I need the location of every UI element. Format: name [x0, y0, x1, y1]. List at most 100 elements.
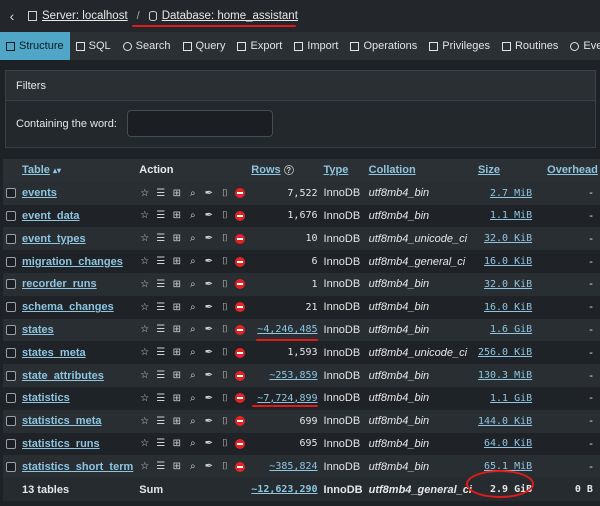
row-checkbox[interactable]	[6, 370, 16, 381]
help-icon[interactable]: ?	[283, 165, 294, 176]
breadcrumb-database-label[interactable]: Database: home_assistant	[162, 10, 298, 22]
browse-icon[interactable]: ☆	[139, 347, 150, 358]
search-icon[interactable]: ⊞	[171, 347, 182, 358]
browse-icon[interactable]: ☆	[139, 370, 150, 381]
sort-table-link[interactable]: Table	[22, 164, 50, 176]
header-rows[interactable]: Rows ?	[248, 159, 320, 182]
table-name-link[interactable]: schema_changes	[22, 301, 114, 313]
structure-icon[interactable]: ☰	[155, 438, 166, 449]
table-name-link[interactable]: statistics	[22, 392, 70, 404]
insert-icon[interactable]: ✒	[203, 279, 214, 290]
rows-approx-link[interactable]: ~253,859	[269, 370, 317, 381]
insert-icon[interactable]: ✒	[203, 370, 214, 381]
structure-icon[interactable]: ☰	[155, 188, 166, 199]
structure-icon[interactable]: ☰	[155, 233, 166, 244]
size-cell[interactable]: 2.7 MiB	[475, 182, 544, 205]
insert-icon[interactable]: ✒	[203, 347, 214, 358]
insert-icon[interactable]: ✒	[203, 416, 214, 427]
tab-query[interactable]: Query	[177, 32, 232, 60]
tab-search[interactable]: Search	[117, 32, 177, 60]
drop-icon[interactable]	[235, 188, 246, 199]
drop-icon[interactable]	[235, 256, 246, 267]
header-overhead[interactable]: Overhead	[544, 159, 600, 182]
browse-icon[interactable]: ☆	[139, 393, 150, 404]
insert-icon[interactable]: ✒	[203, 461, 214, 472]
structure-icon[interactable]: ☰	[155, 302, 166, 313]
table-name-link[interactable]: statistics_short_term	[22, 461, 133, 473]
tab-export[interactable]: Export	[231, 32, 288, 60]
query-icon[interactable]: ⌕	[187, 233, 198, 244]
size-cell[interactable]: 16.0 KiB	[475, 250, 544, 273]
search-icon[interactable]: ⊞	[171, 302, 182, 313]
size-link[interactable]: 32.0 KiB	[484, 233, 532, 244]
row-checkbox[interactable]	[6, 188, 16, 199]
sort-size-link[interactable]: Size	[478, 164, 500, 176]
drop-icon[interactable]	[235, 438, 246, 449]
back-arrow-icon[interactable]: ‹	[0, 8, 24, 24]
query-icon[interactable]: ⌕	[187, 188, 198, 199]
query-icon[interactable]: ⌕	[187, 438, 198, 449]
empty-icon[interactable]: ⌷	[219, 188, 230, 199]
insert-icon[interactable]: ✒	[203, 210, 214, 221]
row-checkbox[interactable]	[6, 211, 16, 222]
browse-icon[interactable]: ☆	[139, 461, 150, 472]
table-name-link[interactable]: statistics_meta	[22, 415, 102, 427]
header-type[interactable]: Type	[321, 159, 366, 182]
empty-icon[interactable]: ⌷	[219, 233, 230, 244]
table-name-link[interactable]: events	[22, 187, 57, 199]
drop-icon[interactable]	[235, 324, 246, 335]
query-icon[interactable]: ⌕	[187, 324, 198, 335]
drop-icon[interactable]	[235, 233, 246, 244]
search-icon[interactable]: ⊞	[171, 416, 182, 427]
drop-icon[interactable]	[235, 210, 246, 221]
empty-icon[interactable]: ⌷	[219, 370, 230, 381]
drop-icon[interactable]	[235, 347, 246, 358]
tab-import[interactable]: Import	[288, 32, 344, 60]
tab-routines[interactable]: Routines	[496, 32, 564, 60]
empty-icon[interactable]: ⌷	[219, 256, 230, 267]
table-name-link[interactable]: event_data	[22, 210, 79, 222]
query-icon[interactable]: ⌕	[187, 393, 198, 404]
insert-icon[interactable]: ✒	[203, 302, 214, 313]
table-name-link[interactable]: event_types	[22, 233, 86, 245]
size-cell[interactable]: 64.0 KiB	[475, 433, 544, 456]
search-icon[interactable]: ⊞	[171, 233, 182, 244]
size-cell[interactable]: 130.3 MiB	[475, 364, 544, 387]
size-link[interactable]: 32.0 KiB	[484, 279, 532, 290]
tab-events[interactable]: Events	[564, 32, 600, 60]
row-checkbox[interactable]	[6, 325, 16, 336]
size-link[interactable]: 64.0 KiB	[484, 438, 532, 449]
browse-icon[interactable]: ☆	[139, 279, 150, 290]
browse-icon[interactable]: ☆	[139, 233, 150, 244]
insert-icon[interactable]: ✒	[203, 188, 214, 199]
size-cell[interactable]: 1.1 MiB	[475, 205, 544, 228]
tab-operations[interactable]: Operations	[344, 32, 423, 60]
size-link[interactable]: 130.3 MiB	[478, 370, 532, 381]
query-icon[interactable]: ⌕	[187, 279, 198, 290]
header-collation[interactable]: Collation	[366, 159, 475, 182]
breadcrumb-database[interactable]: Database: home_assistant	[148, 10, 298, 22]
empty-icon[interactable]: ⌷	[219, 438, 230, 449]
size-cell[interactable]: 32.0 KiB	[475, 227, 544, 250]
query-icon[interactable]: ⌕	[187, 210, 198, 221]
breadcrumb-server-label[interactable]: Server: localhost	[42, 10, 128, 22]
query-icon[interactable]: ⌕	[187, 302, 198, 313]
empty-icon[interactable]: ⌷	[219, 347, 230, 358]
size-cell[interactable]: 1.6 GiB	[475, 319, 544, 342]
footer-rows-link[interactable]: ~12,623,290	[251, 484, 317, 495]
drop-icon[interactable]	[235, 370, 246, 381]
drop-icon[interactable]	[235, 393, 246, 404]
drop-icon[interactable]	[235, 279, 246, 290]
row-checkbox[interactable]	[6, 302, 16, 313]
header-size[interactable]: Size	[475, 159, 544, 182]
row-checkbox[interactable]	[6, 393, 16, 404]
drop-icon[interactable]	[235, 461, 246, 472]
table-name-link[interactable]: states_meta	[22, 347, 86, 359]
search-icon[interactable]: ⊞	[171, 438, 182, 449]
browse-icon[interactable]: ☆	[139, 256, 150, 267]
row-checkbox[interactable]	[6, 233, 16, 244]
size-cell[interactable]: 32.0 KiB	[475, 273, 544, 296]
sort-collation-link[interactable]: Collation	[369, 164, 416, 176]
empty-icon[interactable]: ⌷	[219, 279, 230, 290]
search-icon[interactable]: ⊞	[171, 461, 182, 472]
